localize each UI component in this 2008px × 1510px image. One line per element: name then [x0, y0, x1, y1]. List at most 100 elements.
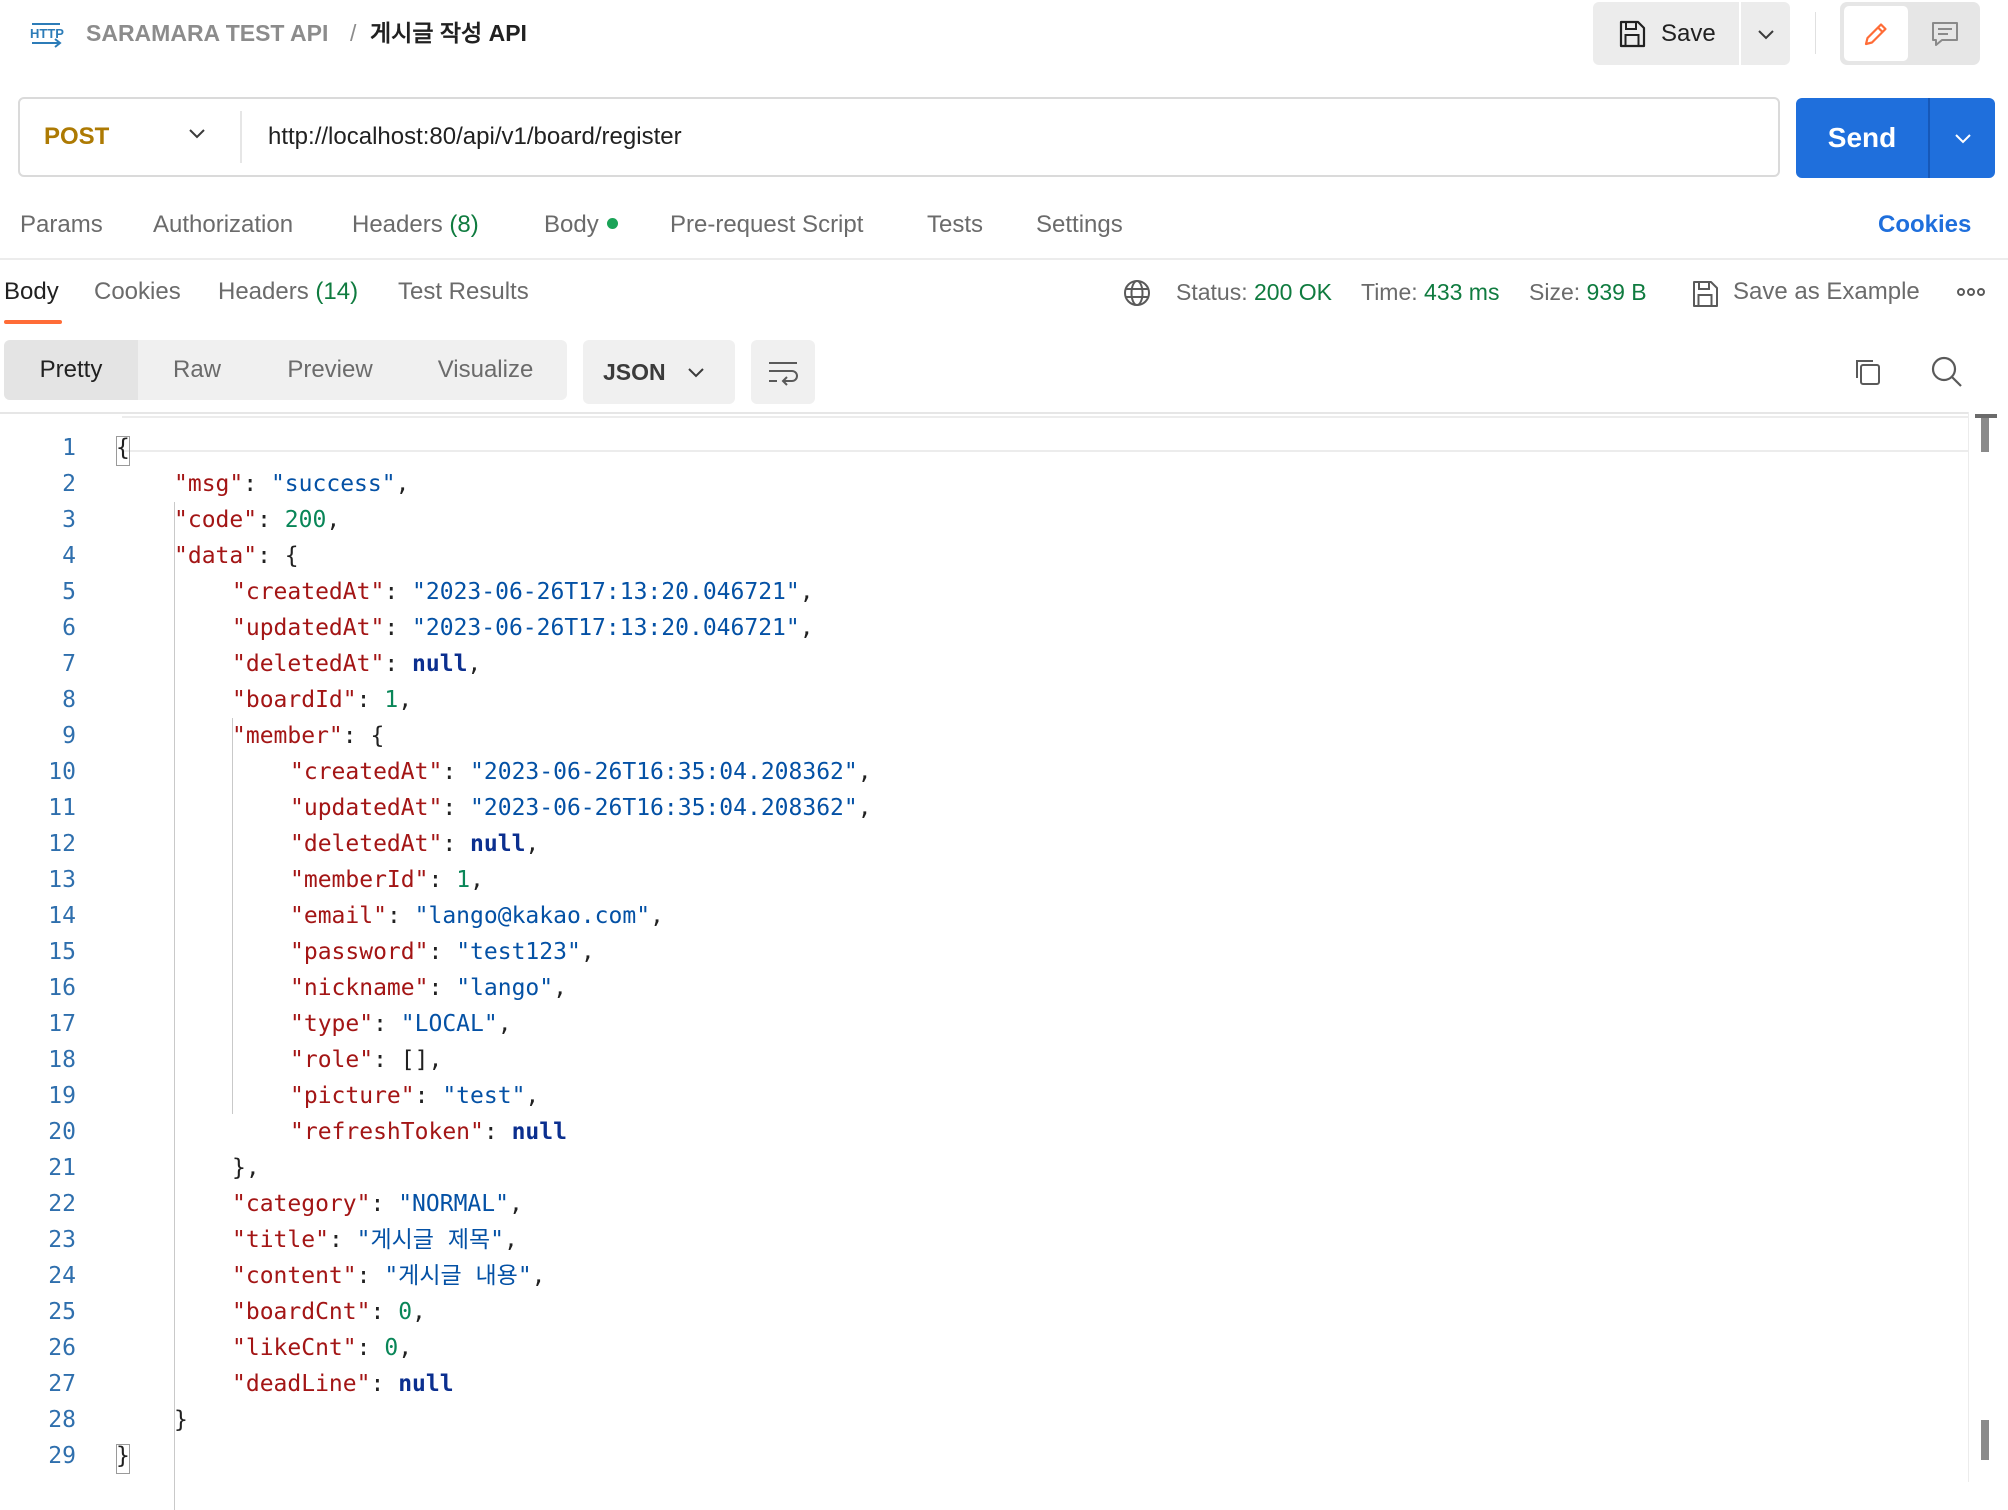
- search-icon[interactable]: [1930, 355, 1964, 394]
- response-body-editor[interactable]: 1 2 3 4 5 6 7 8 9 10 11 12 13 14 15 16 17 18 19 20 21 22 23 24 2…: [0, 412, 1968, 1510]
- tab-settings[interactable]: Settings: [1036, 210, 1123, 240]
- view-pretty-button[interactable]: Pretty: [4, 340, 138, 400]
- cookies-link[interactable]: Cookies: [1878, 210, 1971, 240]
- tab-tests[interactable]: Tests: [927, 210, 983, 240]
- chevron-down-icon: [189, 129, 205, 139]
- json-null: null: [511, 1119, 567, 1145]
- send-options-button[interactable]: [1930, 98, 1995, 178]
- response-size[interactable]: Size: 939 B: [1529, 277, 1647, 307]
- response-tab-test-results[interactable]: Test Results: [398, 277, 529, 307]
- active-tab-indicator: [4, 320, 62, 324]
- method-select[interactable]: POST: [20, 99, 240, 175]
- json-key: "msg": [174, 471, 244, 497]
- json-key: "password": [290, 939, 429, 965]
- json-punctuation: :: [356, 1335, 385, 1361]
- tab-headers[interactable]: Headers (8): [352, 210, 479, 240]
- json-punctuation: ,: [470, 867, 484, 893]
- response-tab-body[interactable]: Body: [4, 277, 59, 307]
- json-string: "2023-06-26T17:13:20.046721": [412, 615, 800, 641]
- copy-icon[interactable]: [1852, 356, 1884, 393]
- format-select[interactable]: JSON: [583, 340, 735, 404]
- line-number: 2: [62, 471, 76, 497]
- edit-mode-button[interactable]: [1844, 6, 1908, 61]
- json-punctuation: :: [428, 939, 457, 965]
- chevron-down-icon: [688, 368, 704, 378]
- response-time[interactable]: Time: 433 ms: [1361, 277, 1499, 307]
- json-number: 200: [284, 507, 327, 533]
- json-key: "email": [290, 903, 387, 929]
- json-punctuation: ,: [398, 687, 413, 713]
- response-tab-cookies[interactable]: Cookies: [94, 277, 181, 307]
- view-preview-button[interactable]: Preview: [256, 340, 404, 400]
- save-as-example-button[interactable]: Save as Example: [1733, 277, 1920, 307]
- code-line: {: [116, 430, 872, 466]
- save-icon[interactable]: [1690, 279, 1720, 314]
- json-punctuation: ,: [525, 831, 540, 857]
- json-punctuation: ,: [650, 903, 664, 929]
- json-string: "test123": [456, 939, 581, 965]
- response-tab-headers-count: (14): [315, 278, 359, 305]
- json-number: 0: [398, 1299, 413, 1325]
- globe-icon[interactable]: [1122, 278, 1152, 313]
- json-null: null: [412, 651, 468, 677]
- json-punctuation: ,: [580, 939, 595, 965]
- json-key: "nickname": [290, 975, 429, 1001]
- comment-mode-button[interactable]: [1914, 6, 1976, 61]
- code-line: "createdAt": "2023-06-26T16:35:04.208362…: [116, 754, 872, 790]
- tab-params[interactable]: Params: [20, 210, 103, 240]
- json-key: "picture": [290, 1083, 415, 1109]
- line-number: 19: [48, 1083, 76, 1109]
- json-number: 1: [456, 867, 471, 893]
- json-punctuation: :: [356, 687, 385, 713]
- json-punctuation: :: [328, 1227, 357, 1253]
- view-raw-button[interactable]: Raw: [138, 340, 256, 400]
- save-icon: [1619, 20, 1646, 47]
- size-value: 939 B: [1586, 279, 1647, 305]
- response-tab-headers[interactable]: Headers (14): [218, 277, 358, 307]
- breadcrumb-collection[interactable]: SARAMARA TEST API: [86, 18, 328, 48]
- line-number: 23: [48, 1227, 76, 1253]
- line-number: 8: [62, 687, 76, 713]
- json-punctuation: :: [442, 795, 471, 821]
- json-key: "category": [232, 1191, 371, 1217]
- json-key: "role": [290, 1047, 374, 1073]
- scroll-thumb[interactable]: [1981, 418, 1989, 452]
- code-line: "picture": "test",: [116, 1078, 872, 1114]
- send-button-group: Send: [1796, 98, 1995, 178]
- vertical-scrollbar[interactable]: [1968, 412, 2008, 1482]
- response-tab-headers-label: Headers: [218, 278, 309, 305]
- wrap-lines-button[interactable]: [751, 340, 815, 404]
- json-key: "content": [232, 1263, 357, 1289]
- json-string: "2023-06-26T16:35:04.208362": [470, 795, 858, 821]
- json-key: "type": [290, 1011, 374, 1037]
- json-punctuation: ,: [531, 1263, 546, 1289]
- tab-pre-request-script[interactable]: Pre-request Script: [670, 210, 863, 240]
- save-button[interactable]: Save: [1593, 2, 1739, 65]
- more-options-icon[interactable]: [1956, 280, 1986, 309]
- view-visualize-button[interactable]: Visualize: [404, 340, 567, 400]
- json-key: "updatedAt": [232, 615, 385, 641]
- svg-text:HTTP: HTTP: [30, 26, 64, 41]
- response-status[interactable]: Status: 200 OK: [1176, 277, 1332, 307]
- json-punctuation: ,: [326, 507, 341, 533]
- json-punctuation: :: [370, 1191, 399, 1217]
- json-string: "NORMAL": [398, 1191, 509, 1217]
- request-title[interactable]: 게시글 작성 API: [370, 18, 527, 48]
- json-punctuation: : [],: [373, 1047, 443, 1073]
- json-punctuation: :: [384, 615, 413, 641]
- url-input[interactable]: http://localhost:80/api/v1/board/registe…: [268, 99, 682, 175]
- tab-body[interactable]: Body: [544, 210, 618, 240]
- send-button[interactable]: Send: [1796, 98, 1928, 178]
- tab-authorization[interactable]: Authorization: [153, 210, 293, 240]
- json-punctuation: ,: [395, 471, 410, 497]
- json-string: "2023-06-26T17:13:20.046721": [412, 579, 800, 605]
- code-line: "updatedAt": "2023-06-26T16:35:04.208362…: [116, 790, 872, 826]
- code-line: "member": {: [116, 718, 872, 754]
- body-indicator-dot: [606, 218, 618, 229]
- json-punctuation: ,: [799, 615, 814, 641]
- save-options-button[interactable]: [1741, 2, 1790, 65]
- pencil-icon: [1864, 22, 1887, 45]
- json-punctuation: ,: [799, 579, 814, 605]
- line-number: 17: [48, 1011, 76, 1037]
- code-line: }: [116, 1438, 872, 1474]
